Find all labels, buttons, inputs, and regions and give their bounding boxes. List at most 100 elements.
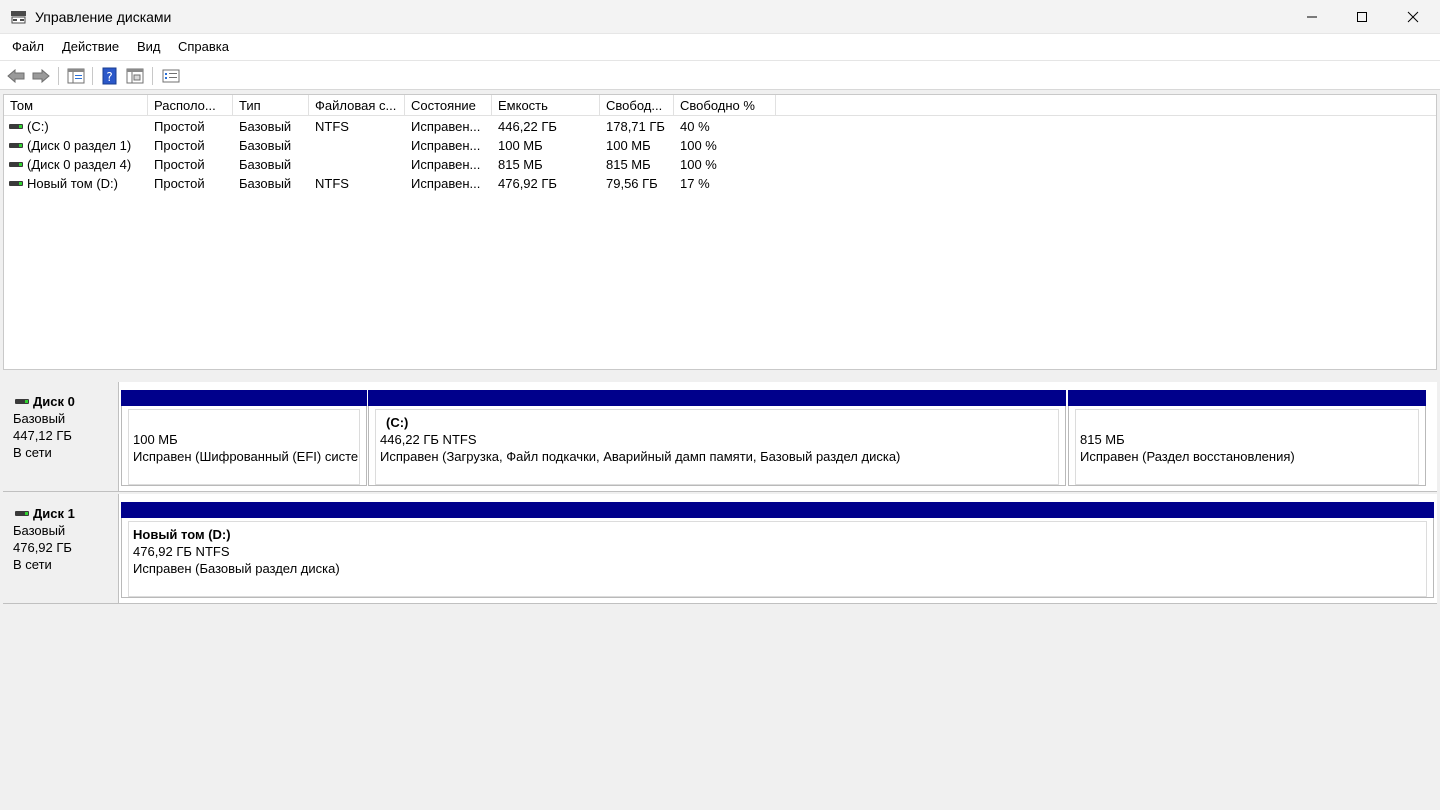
- volume-list[interactable]: Том Располо... Тип Файловая с... Состоян…: [3, 94, 1437, 370]
- toolbar-separator: [58, 67, 59, 85]
- cell-filesystem: NTFS: [315, 119, 349, 134]
- table-row[interactable]: (Диск 0 раздел 4) Простой Базовый Исправ…: [4, 155, 1436, 174]
- title-bar: Управление дисками: [0, 0, 1440, 34]
- disk-row-1: Диск 1 Базовый 476,92 ГБ В сети Новый то…: [3, 494, 1437, 604]
- disk-row-0: Диск 0 Базовый 447,12 ГБ В сети 100 МБ И…: [3, 382, 1437, 492]
- partition-status: Исправен (Базовый раздел диска): [133, 561, 340, 576]
- menu-help[interactable]: Справка: [178, 39, 229, 54]
- help-icon[interactable]: ?: [99, 65, 121, 87]
- toolbar: ?: [0, 60, 1440, 90]
- volume-list-header: Том Располо... Тип Файловая с... Состоян…: [4, 95, 1436, 116]
- cell-type: Базовый: [239, 176, 292, 191]
- cell-type: Базовый: [239, 138, 292, 153]
- minimize-button[interactable]: [1287, 0, 1337, 34]
- cell-layout: Простой: [154, 138, 205, 153]
- partition-efi[interactable]: 100 МБ Исправен (Шифрованный (EFI) систе…: [121, 390, 367, 486]
- disk-label-0[interactable]: Диск 0 Базовый 447,12 ГБ В сети: [3, 382, 119, 492]
- partition-title: [133, 414, 355, 431]
- partition-title: [1080, 414, 1414, 431]
- toolbar-separator: [92, 67, 93, 85]
- column-header-free[interactable]: Свобод...: [600, 95, 674, 116]
- partition-status: Исправен (Раздел восстановления): [1080, 449, 1295, 464]
- table-row[interactable]: (C:) Простой Базовый NTFS Исправен... 44…: [4, 117, 1436, 136]
- cell-free: 79,56 ГБ: [606, 176, 658, 191]
- partition-status: Исправен (Загрузка, Файл подкачки, Авари…: [380, 449, 901, 464]
- cell-layout: Простой: [154, 157, 205, 172]
- volume-icon: [9, 181, 23, 186]
- volume-icon: [9, 143, 23, 148]
- cell-type: Базовый: [239, 157, 292, 172]
- disk-partitions-0: 100 МБ Исправен (Шифрованный (EFI) систе…: [119, 382, 1437, 492]
- menu-view[interactable]: Вид: [137, 39, 161, 54]
- cell-status: Исправен...: [411, 119, 481, 134]
- cell-volume: (Диск 0 раздел 4): [27, 157, 132, 172]
- cell-free: 100 МБ: [606, 138, 651, 153]
- partition-bar: [368, 390, 1066, 406]
- disk-type: Базовый: [13, 411, 66, 426]
- partition-title: Новый том (D:): [133, 527, 231, 542]
- list-view-icon[interactable]: [160, 65, 182, 87]
- disk-state: В сети: [13, 445, 52, 460]
- menu-file[interactable]: Файл: [12, 39, 44, 54]
- cell-volume: (C:): [27, 119, 49, 134]
- table-row[interactable]: Новый том (D:) Простой Базовый NTFS Испр…: [4, 174, 1436, 193]
- back-arrow-icon[interactable]: [5, 65, 27, 87]
- cell-status: Исправен...: [411, 176, 481, 191]
- cell-free-percent: 100 %: [680, 157, 717, 172]
- disk-name: Диск 0: [13, 393, 118, 410]
- partition-bar: [121, 502, 1434, 518]
- maximize-button[interactable]: [1337, 0, 1387, 34]
- column-header-type[interactable]: Тип: [233, 95, 309, 116]
- cell-capacity: 476,92 ГБ: [498, 176, 557, 191]
- cell-status: Исправен...: [411, 157, 481, 172]
- cell-layout: Простой: [154, 119, 205, 134]
- cell-layout: Простой: [154, 176, 205, 191]
- volume-icon: [9, 162, 23, 167]
- disk-size: 476,92 ГБ: [13, 540, 72, 555]
- partition-c[interactable]: (C:) 446,22 ГБ NTFS Исправен (Загрузка, …: [368, 390, 1066, 486]
- partition-size: 446,22 ГБ NTFS: [380, 432, 477, 447]
- disk-icon: [15, 399, 29, 404]
- column-header-free-percent[interactable]: Свободно %: [674, 95, 776, 116]
- column-header-volume[interactable]: Том: [4, 95, 148, 116]
- cell-filesystem: NTFS: [315, 176, 349, 191]
- table-row[interactable]: (Диск 0 раздел 1) Простой Базовый Исправ…: [4, 136, 1436, 155]
- partition-recovery[interactable]: 815 МБ Исправен (Раздел восстановления): [1068, 390, 1426, 486]
- disk-icon: [15, 511, 29, 516]
- partition-bar: [121, 390, 367, 406]
- cell-volume: Новый том (D:): [27, 176, 118, 191]
- forward-arrow-icon[interactable]: [30, 65, 52, 87]
- partition-title: (C:): [386, 415, 409, 430]
- partition-bar: [1068, 390, 1426, 406]
- cell-free-percent: 40 %: [680, 119, 710, 134]
- column-header-capacity[interactable]: Емкость: [492, 95, 600, 116]
- disk-state: В сети: [13, 557, 52, 572]
- cell-free-percent: 100 %: [680, 138, 717, 153]
- partition-d[interactable]: Новый том (D:) 476,92 ГБ NTFS Исправен (…: [121, 502, 1434, 598]
- cell-type: Базовый: [239, 119, 292, 134]
- menu-bar: Файл Действие Вид Справка: [0, 34, 1440, 60]
- partition-status: Исправен (Шифрованный (EFI) системный ра…: [133, 449, 359, 464]
- partition-size: 815 МБ: [1080, 432, 1125, 447]
- partition-size: 100 МБ: [133, 432, 178, 447]
- console-tree-icon[interactable]: [65, 65, 87, 87]
- column-header-filesystem[interactable]: Файловая с...: [309, 95, 405, 116]
- menu-action[interactable]: Действие: [62, 39, 119, 54]
- disk-label-1[interactable]: Диск 1 Базовый 476,92 ГБ В сети: [3, 494, 119, 604]
- volume-icon: [9, 124, 23, 129]
- properties-icon[interactable]: [124, 65, 146, 87]
- column-header-layout[interactable]: Располо...: [148, 95, 233, 116]
- cell-free: 178,71 ГБ: [606, 119, 665, 134]
- close-button[interactable]: [1388, 0, 1438, 34]
- cell-capacity: 815 МБ: [498, 157, 543, 172]
- svg-text:?: ?: [106, 70, 112, 84]
- cell-free: 815 МБ: [606, 157, 651, 172]
- partition-size: 476,92 ГБ NTFS: [133, 544, 230, 559]
- column-header-status[interactable]: Состояние: [405, 95, 492, 116]
- pane-splitter[interactable]: [0, 370, 1440, 378]
- disk-partitions-1: Новый том (D:) 476,92 ГБ NTFS Исправен (…: [119, 494, 1437, 604]
- window-title: Управление дисками: [35, 9, 172, 25]
- cell-capacity: 100 МБ: [498, 138, 543, 153]
- disk-name: Диск 1: [13, 505, 118, 522]
- disk-type: Базовый: [13, 523, 66, 538]
